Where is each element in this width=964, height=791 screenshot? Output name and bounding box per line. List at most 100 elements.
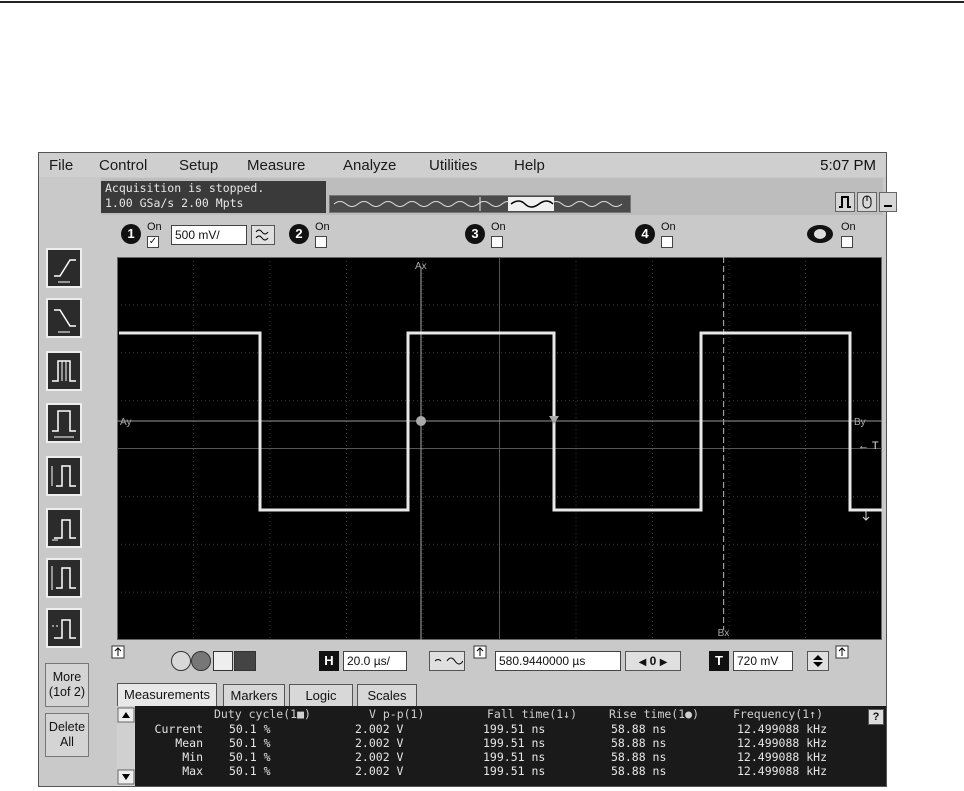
waveform-grid: Ax Ay By Bx ← T (117, 257, 882, 640)
min-duty: 50.1 % (229, 750, 271, 764)
waveform-display[interactable]: Ax Ay By Bx ← T (117, 257, 882, 640)
math-on-label: On (841, 221, 856, 233)
header-frequency: Frequency(1↑) (733, 707, 824, 721)
menu-setup[interactable]: Setup (179, 157, 218, 174)
minimize-icon (884, 205, 892, 207)
stop-button[interactable] (171, 651, 191, 671)
trigger-level-input[interactable]: 720 mV (733, 651, 793, 671)
max-frequency: 12.499088 kHz (737, 764, 828, 778)
period-icon (52, 410, 76, 438)
math-checkbox[interactable] (841, 236, 853, 248)
delete-all-button[interactable]: Delete All (45, 713, 89, 757)
rising-edge-trigger-button[interactable] (46, 248, 82, 288)
max-rise: 58.88 ns (611, 764, 667, 778)
menu-file[interactable]: File (49, 157, 73, 174)
print-button[interactable] (234, 651, 256, 671)
menu-analyze[interactable]: Analyze (343, 157, 396, 174)
header-rise-time: Rise time(1●) (609, 707, 700, 721)
position-nav-control[interactable]: ◀ 0 ▶ (625, 651, 681, 671)
zoom-wave-icon (434, 657, 464, 665)
horizontal-position-input[interactable]: 580.9440000 µs (495, 651, 621, 671)
horizontal-zoom-button[interactable] (429, 651, 465, 671)
horizontal-controls: H 20.0 µs/ 580.9440000 µs ◀ 0 ▶ T 720 mV (101, 643, 883, 673)
channel-3-on-label: On (491, 221, 506, 233)
falling-edge-trigger-button[interactable] (46, 298, 82, 338)
row-label-min: Min (182, 750, 203, 764)
vpp-icon (51, 566, 76, 590)
more-button[interactable]: More (1of 2) (45, 663, 89, 707)
marker-bx-label: Bx (718, 628, 730, 639)
channel-2-checkbox[interactable] (315, 236, 327, 248)
nav-right-icon[interactable]: ▶ (660, 657, 668, 668)
tab-markers[interactable]: Markers (223, 684, 285, 706)
help-button[interactable]: ? (868, 709, 884, 725)
mean-fall: 199.51 ns (483, 736, 546, 750)
current-vpp: 2.002 V (355, 722, 404, 736)
acquisition-status: Acquisition is stopped. 1.00 GSa/s 2.00 … (101, 181, 326, 213)
channel-1-coupling-button[interactable] (251, 225, 275, 245)
menu-control[interactable]: Control (99, 157, 147, 174)
marker-ay-label: Ay (120, 417, 132, 428)
vpp-measure-button[interactable] (46, 558, 82, 598)
channel-2-indicator[interactable]: 2 (289, 224, 309, 244)
base-measure-button[interactable] (46, 608, 82, 648)
top-level-icon (52, 519, 76, 541)
delay-marker-icon (473, 645, 487, 659)
current-fall: 199.51 ns (483, 722, 546, 736)
acquisition-state: Acquisition is stopped. (105, 181, 265, 195)
measurements-scrollbar[interactable] (117, 706, 135, 786)
channel-4-on-label: On (661, 221, 676, 233)
pulse-width-button[interactable] (46, 351, 82, 391)
channel-4-indicator[interactable]: 4 (635, 224, 655, 244)
tab-measurements[interactable]: Measurements (117, 683, 217, 707)
channel-1-scale-input[interactable]: 500 mV/ (171, 225, 247, 245)
math-function-icon[interactable] (807, 225, 833, 243)
min-frequency: 12.499088 kHz (737, 750, 828, 764)
waveform-view-button[interactable] (835, 192, 855, 212)
base-level-icon (52, 619, 76, 639)
nav-left-icon[interactable]: ◀ (639, 657, 647, 668)
channel-3-indicator[interactable]: 3 (465, 224, 485, 244)
menu-utilities[interactable]: Utilities (429, 157, 477, 174)
autoscale-button[interactable] (213, 651, 233, 671)
row-label-max: Max (182, 764, 203, 778)
run-button[interactable] (191, 651, 211, 671)
marker-ax-label: Ax (415, 261, 427, 272)
current-frequency: 12.499088 kHz (737, 722, 828, 736)
tab-logic[interactable]: Logic (289, 684, 353, 706)
channel-4-checkbox[interactable] (661, 236, 673, 248)
trigger-level-spinner[interactable] (807, 651, 829, 671)
sample-rate-memory: 1.00 GSa/s 2.00 Mpts (105, 196, 244, 210)
mean-duty: 50.1 % (229, 736, 271, 750)
header-vpp: V p-p(1) (369, 707, 425, 721)
period-measure-button[interactable] (46, 403, 82, 443)
amplitude-measure-button[interactable] (46, 456, 82, 496)
trigger-marker-icon (835, 645, 849, 659)
header-fall-time: Fall time(1↓) (487, 707, 578, 721)
marker-by-label: By (854, 417, 866, 428)
top-measure-button[interactable] (46, 508, 82, 548)
square-wave-icon (839, 196, 851, 208)
current-duty: 50.1 % (229, 722, 271, 736)
measurements-panel: Duty cycle(1■) V p-p(1) Fall time(1↓) Ri… (117, 706, 886, 786)
channel-3-checkbox[interactable] (491, 236, 503, 248)
scroll-arrows-icon (117, 707, 135, 785)
channel-1-indicator[interactable]: 1 (121, 224, 141, 244)
falling-edge-icon (54, 309, 76, 333)
max-vpp: 2.002 V (355, 764, 404, 778)
menu-bar: File Control Setup Measure Analyze Utili… (39, 153, 886, 177)
trigger-level-label: ← T (858, 440, 879, 452)
channel-1-checkbox[interactable]: ✓ (147, 236, 159, 248)
timebase-input[interactable]: 20.0 µs/ (343, 651, 407, 671)
nav-zero[interactable]: 0 (650, 654, 657, 668)
mouse-mode-button[interactable] (857, 192, 877, 212)
menu-measure[interactable]: Measure (247, 157, 305, 174)
marker-a-point (416, 416, 426, 426)
overview-wave-icon (333, 197, 623, 211)
waveform-overview-strip[interactable] (329, 195, 631, 213)
minimize-button[interactable] (879, 192, 897, 212)
row-label-current: Current (154, 722, 203, 736)
current-rise: 58.88 ns (611, 722, 667, 736)
menu-help[interactable]: Help (514, 157, 545, 174)
tab-scales[interactable]: Scales (357, 684, 417, 706)
